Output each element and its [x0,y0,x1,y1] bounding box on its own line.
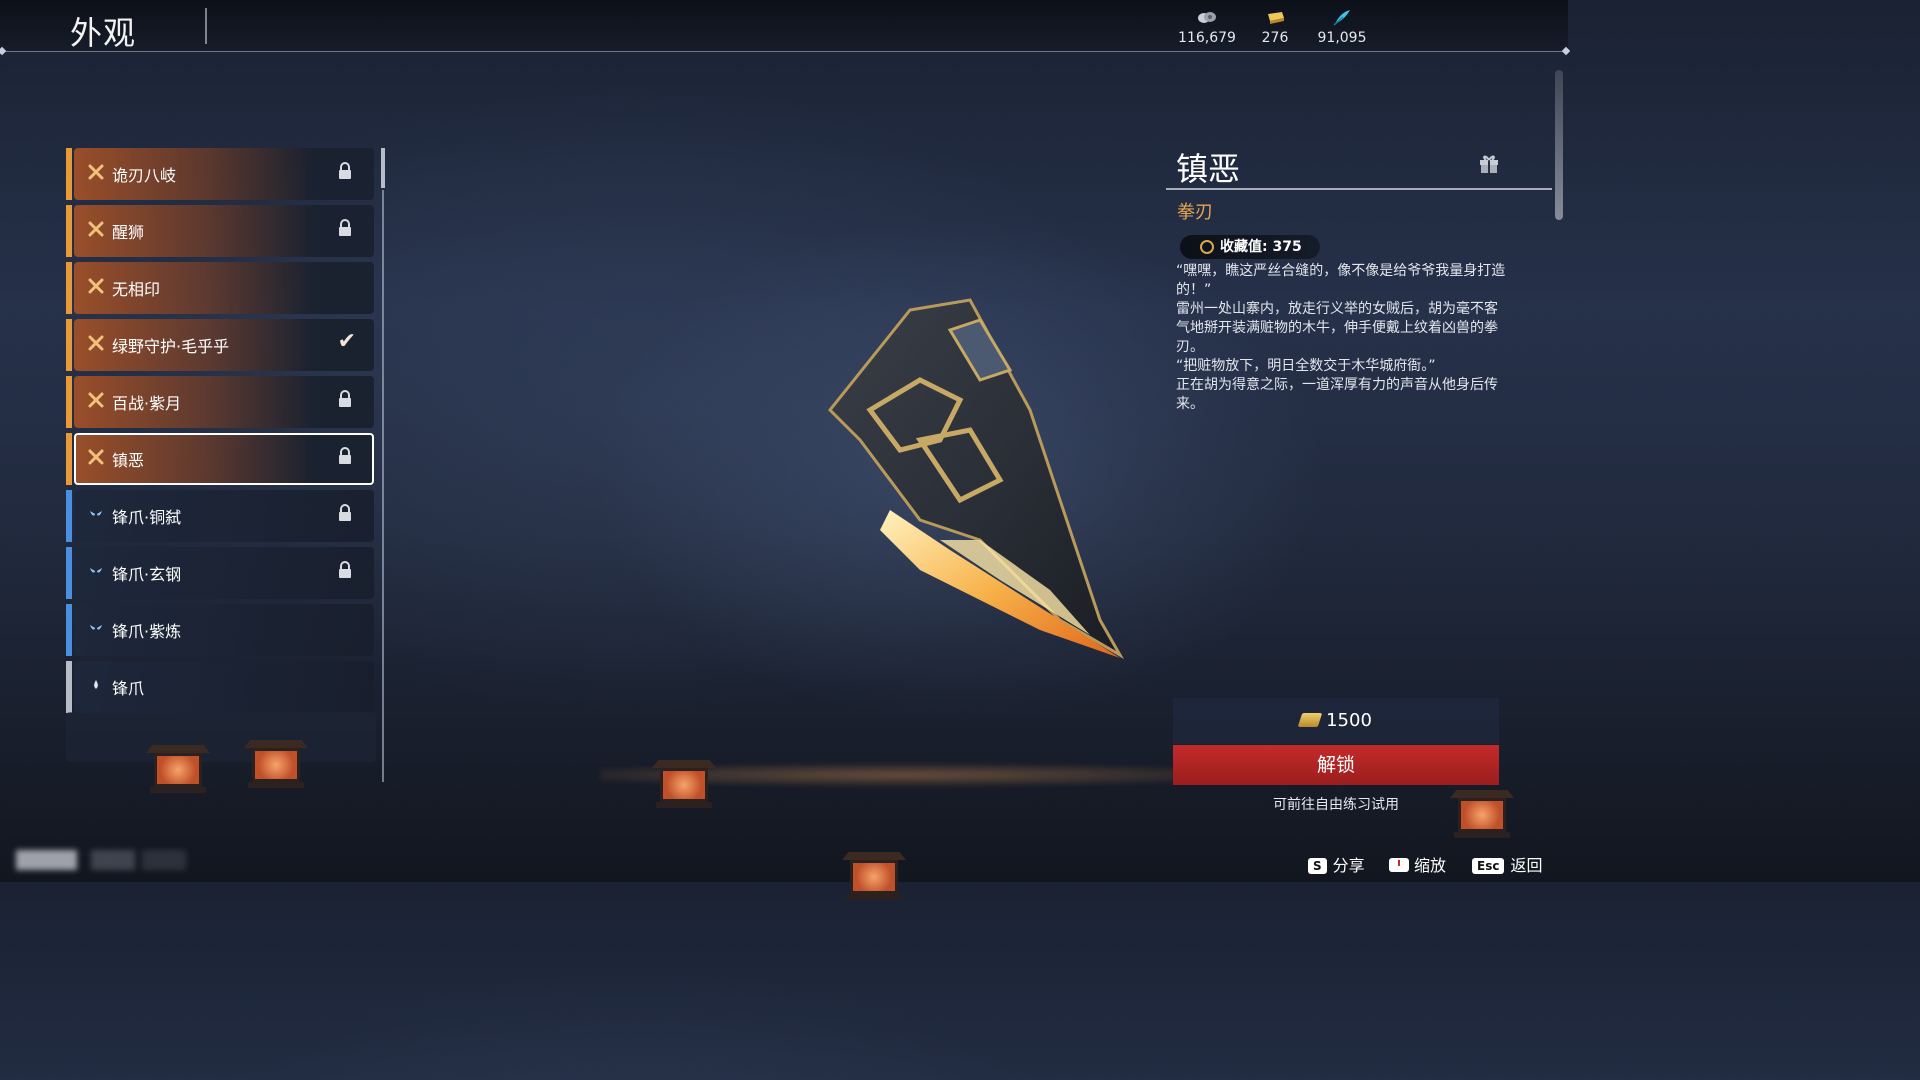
currency-silver-value: 116,679 [1178,30,1236,46]
skin-item[interactable]: 诡刃八岐 [66,148,376,200]
list-scrollbar-track[interactable] [382,190,384,782]
lock-icon [339,219,351,236]
rarity-bar [66,490,72,542]
skin-item[interactable]: 锋爪·铜弑 [66,490,376,542]
rare-rarity-icon [90,625,102,630]
lantern-decoration [244,740,308,788]
description-line: “把赃物放下，明日全数交于木华城府衙。” [1176,358,1436,374]
rarity-bar [66,547,72,599]
rarity-bar [66,604,72,656]
skin-item-label: 无相印 [112,280,161,299]
skin-item[interactable]: 锋爪 [66,661,376,713]
rarity-bar [66,661,72,713]
lock-icon [339,390,351,407]
unlock-button[interactable]: 解锁 [1173,745,1499,785]
legendary-rarity-icon [88,221,104,237]
price-box: 1500 [1173,698,1499,744]
lock-icon [339,447,351,464]
skin-item-label: 百战·紫月 [112,394,182,413]
gold-ingot-icon [1297,713,1323,727]
title-underline [1166,188,1552,190]
back-label: 返回 [1510,856,1543,875]
currency-gold-value: 276 [1261,30,1289,46]
page-title: 外观 [70,14,137,52]
lantern-decoration [842,852,906,900]
skin-item[interactable]: 锋爪·紫炼 [66,604,376,656]
skin-item[interactable]: 无相印 [66,262,376,314]
collection-badge: 收藏值: 375 [1180,235,1320,259]
coin-pouch-icon [1198,12,1216,23]
empty-slot [66,712,376,762]
divider-end-right [1561,46,1571,56]
list-scrollbar-thumb[interactable] [381,148,385,188]
rare-rarity-icon [90,511,102,516]
currency-gold: 276 [1240,8,1310,46]
trial-hint[interactable]: 可前往自由练习试用 [1173,794,1499,814]
blurred-player-id [16,850,186,870]
skin-item-label: 锋爪·紫炼 [112,622,182,641]
legendary-rarity-icon [88,392,104,408]
currency-silver: 116,679 [1172,8,1242,46]
share-key: S [1308,858,1327,874]
legendary-rarity-icon [88,164,104,180]
zoom-hint[interactable]: 缩放 [1388,852,1446,876]
skin-item-label: 醒狮 [112,223,145,242]
weapon-model-preview[interactable] [800,290,1140,670]
rarity-bar [66,433,72,485]
title-separator [205,8,207,44]
skin-item-label: 锋爪·铜弑 [112,508,182,527]
equipped-check-icon: ✔ [337,329,356,354]
weapon-type: 拳刃 [1177,202,1213,223]
rarity-bar [66,376,72,428]
collection-icon [1200,240,1214,254]
currency-feather-value: 91,095 [1317,30,1367,46]
share-hint[interactable]: S 分享 [1308,852,1365,876]
mouse-scroll-icon [1389,858,1409,872]
skin-item[interactable]: 绿野守护·毛乎乎 ✔ [66,319,376,371]
common-rarity-icon [94,680,98,689]
legendary-rarity-icon [88,278,104,294]
rarity-bar [66,319,72,371]
share-label: 分享 [1332,856,1365,875]
skin-description: “嘿嘿，瞧这严丝合缝的，像不像是给爷爷我量身打造的！” 雷州一处山寨内，放走行义… [1176,262,1506,414]
lock-icon [339,504,351,521]
skin-item-label: 锋爪·玄钢 [112,565,182,584]
gift-icon[interactable] [1478,152,1500,174]
rarity-bar [66,262,72,314]
skin-item[interactable]: 醒狮 [66,205,376,257]
rarity-bar [66,148,72,200]
skin-item-selected[interactable]: 镇恶 [66,433,376,485]
gold-ingot-icon [1268,12,1284,24]
price-value: 1500 [1326,710,1372,731]
legendary-rarity-icon [88,335,104,351]
panel-scrollbar[interactable] [1555,70,1563,220]
skin-item[interactable]: 百战·紫月 [66,376,376,428]
skin-title: 镇恶 [1176,150,1241,188]
legendary-rarity-icon [88,449,104,465]
currency-feather: 91,095 [1307,8,1377,46]
skin-item-label: 诡刃八岐 [112,166,177,185]
top-divider [0,51,1568,52]
skin-item-label: 锋爪 [112,679,145,698]
price-display: 1500 [1173,710,1499,731]
description-line: 雷州一处山寨内，放走行义举的女贼后，胡为毫不客气地掰开装满赃物的木牛，伸手便戴上… [1176,301,1498,355]
rarity-bar [66,205,72,257]
description-line: 正在胡为得意之际，一道浑厚有力的声音从他身后传来。 [1176,377,1498,412]
lock-icon [339,561,351,578]
zoom-label: 缩放 [1414,856,1447,875]
lantern-decoration [652,760,716,808]
back-hint[interactable]: Esc 返回 [1472,852,1542,876]
feather-icon [1333,10,1350,26]
esc-key: Esc [1472,858,1505,874]
lock-icon [339,162,351,179]
collection-value: 收藏值: 375 [1220,239,1302,255]
skin-item-label: 绿野守护·毛乎乎 [112,337,230,356]
skin-item-label: 镇恶 [112,451,145,470]
description-line: “嘿嘿，瞧这严丝合缝的，像不像是给爷爷我量身打造的！” [1176,263,1506,298]
lantern-decoration [146,745,210,793]
rare-rarity-icon [90,568,102,573]
skin-item[interactable]: 锋爪·玄钢 [66,547,376,599]
